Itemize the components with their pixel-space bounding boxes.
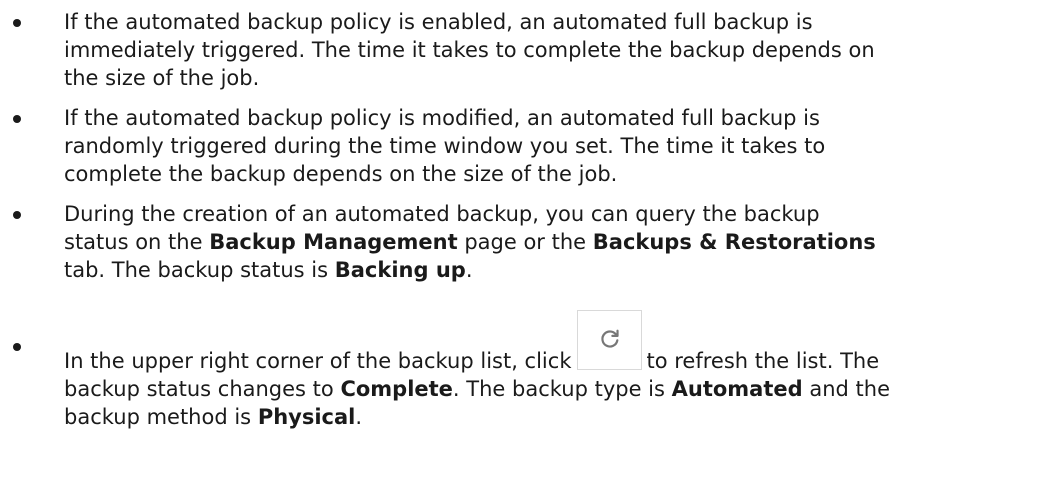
text-line: status on the Backup Management page or …	[64, 228, 1055, 256]
ui-term: Backup Management	[209, 230, 458, 254]
text-line: the size of the job.	[64, 66, 260, 90]
text: backup status changes to	[64, 377, 341, 401]
list-item: If the automated backup policy is enable…	[0, 8, 1061, 92]
ui-term: Physical	[257, 405, 356, 429]
bullet-list: If the automated backup policy is enable…	[0, 6, 1061, 443]
ui-term: Backing up	[334, 258, 466, 282]
text: to refresh the list. The	[646, 349, 880, 373]
text-line: randomly triggered during the time windo…	[64, 134, 826, 158]
text-line: In the upper right corner of the backup …	[64, 310, 1055, 375]
refresh-button[interactable]	[577, 310, 643, 370]
bullet-dot	[13, 115, 21, 123]
text: backup method is	[64, 405, 258, 429]
text-line: backup status changes to Complete. The b…	[64, 375, 1055, 403]
text-line: backup method is Physical.	[64, 403, 1055, 431]
text-line: If the automated backup policy is enable…	[64, 10, 813, 34]
document: If the automated backup policy is enable…	[0, 0, 1061, 483]
text: .	[465, 258, 473, 282]
list-item: During the creation of an automated back…	[0, 200, 1061, 284]
ui-term: Automated	[671, 377, 803, 401]
refresh-icon	[601, 329, 620, 348]
text: and the	[802, 377, 890, 401]
text: tab. The backup status is	[64, 258, 335, 282]
text-line: During the creation of an automated back…	[64, 200, 1055, 228]
text: .	[355, 405, 363, 429]
text-line: complete the backup depends on the size …	[64, 162, 618, 186]
bullet-dot	[13, 211, 21, 219]
text: status on the	[64, 230, 210, 254]
text-line: immediately triggered. The time it takes…	[64, 38, 875, 62]
bullet-dot	[13, 19, 21, 27]
text-line: If the automated backup policy is modifi…	[64, 106, 820, 130]
ui-term: Complete	[340, 377, 453, 401]
text-line: tab. The backup status is Backing up.	[64, 256, 1055, 284]
bullet-dot	[13, 343, 21, 351]
text: In the upper right corner of the backup …	[64, 349, 572, 373]
ui-term: Backups & Restorations	[592, 230, 876, 254]
list-item: In the upper right corner of the backup …	[0, 310, 1061, 431]
list-item: If the automated backup policy is modifi…	[0, 104, 1061, 188]
text: page or the	[457, 230, 593, 254]
text: During the creation of an automated back…	[64, 202, 820, 226]
text: . The backup type is	[452, 377, 672, 401]
